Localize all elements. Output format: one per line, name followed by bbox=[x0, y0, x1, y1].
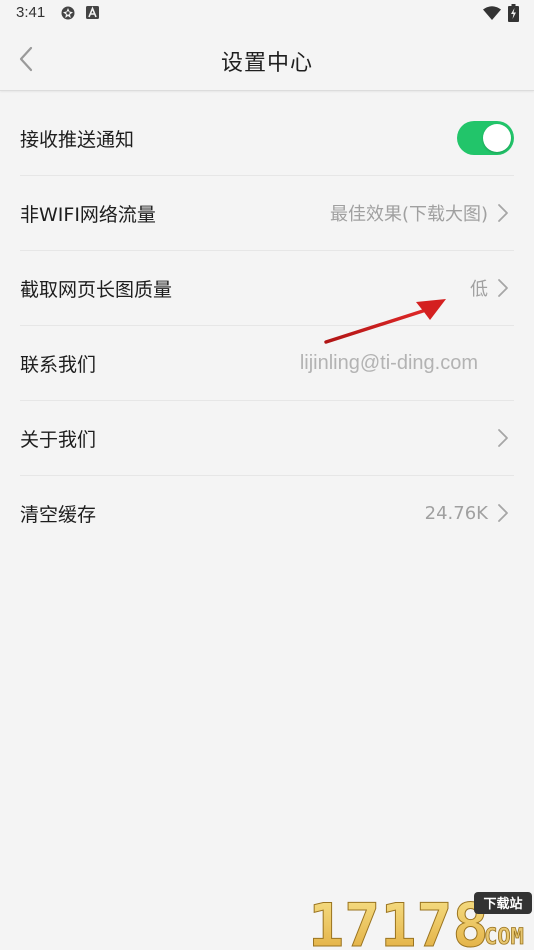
toggle-knob bbox=[483, 124, 511, 152]
settings-gear-icon bbox=[61, 6, 75, 20]
setting-label: 关于我们 bbox=[20, 428, 97, 451]
setting-clear-cache[interactable]: 清空缓存 24.76K bbox=[20, 476, 514, 550]
setting-label: 联系我们 bbox=[20, 353, 97, 376]
chevron-right-icon bbox=[494, 503, 512, 523]
push-notification-toggle[interactable] bbox=[457, 121, 514, 155]
setting-label: 非WIFI网络流量 bbox=[20, 203, 156, 226]
setting-non-wifi-traffic[interactable]: 非WIFI网络流量 最佳效果(下载大图) bbox=[20, 176, 514, 251]
setting-about-us[interactable]: 关于我们 bbox=[20, 401, 514, 476]
chevron-right-icon bbox=[494, 428, 512, 448]
setting-value: 24.76K bbox=[424, 502, 488, 524]
battery-charging-icon bbox=[508, 4, 519, 22]
setting-push-notifications[interactable]: 接收推送通知 bbox=[20, 101, 514, 176]
wifi-icon bbox=[483, 6, 501, 20]
chevron-right-icon bbox=[494, 203, 512, 223]
a-letter-icon bbox=[86, 6, 99, 19]
setting-value: 最佳效果(下载大图) bbox=[329, 204, 488, 225]
status-bar: 3:41 bbox=[0, 0, 534, 28]
chevron-right-icon bbox=[494, 278, 512, 298]
site-watermark-logo: 17178 下载站 COM bbox=[308, 891, 532, 950]
svg-text:下载站: 下载站 bbox=[483, 896, 522, 912]
annotation-arrow-icon bbox=[324, 299, 446, 344]
svg-text:COM: COM bbox=[484, 925, 524, 950]
svg-text:17178: 17178 bbox=[308, 891, 489, 950]
setting-label: 清空缓存 bbox=[20, 503, 97, 526]
status-time: 3:41 bbox=[16, 4, 46, 21]
header-bar: 设置中心 bbox=[0, 28, 534, 91]
page-title: 设置中心 bbox=[220, 51, 313, 76]
setting-label: 接收推送通知 bbox=[20, 128, 135, 151]
contact-email: lijinling@ti-ding.com bbox=[299, 351, 478, 374]
setting-value: 低 bbox=[470, 279, 488, 300]
